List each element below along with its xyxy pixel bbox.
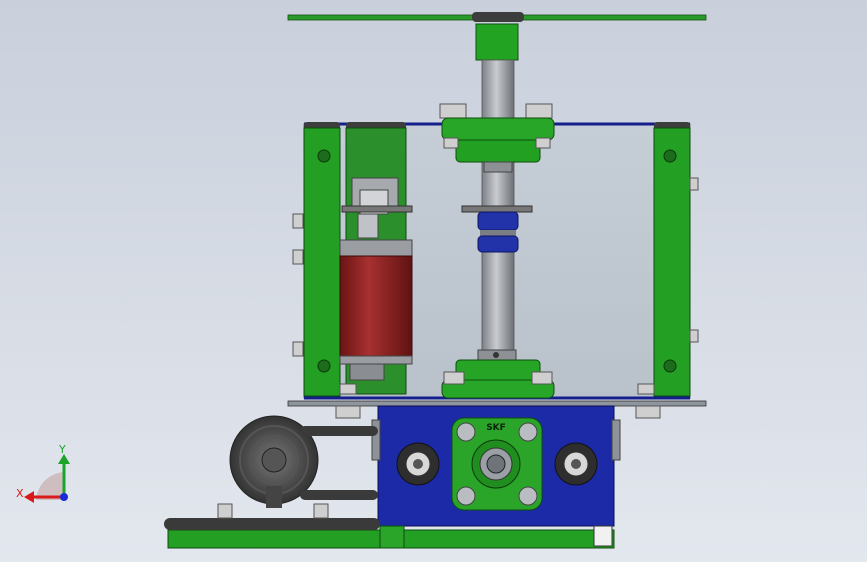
drive-motor[interactable] [339, 239, 413, 381]
bearing-brand-label: SKF [486, 423, 506, 433]
blue-coupling[interactable] [477, 211, 519, 253]
right-frame-column[interactable] [653, 122, 699, 397]
left-bevel-gear[interactable] [396, 442, 440, 486]
top-bar[interactable] [287, 12, 707, 61]
triad-y-label: Y [58, 443, 66, 456]
shaft-sprocket[interactable] [461, 205, 533, 213]
triad-z-axis [60, 493, 68, 501]
flange-bearing[interactable]: SKF [451, 417, 543, 511]
cad-viewport[interactable]: SKF Y X [0, 0, 867, 562]
triad-x-label: X [16, 487, 24, 500]
right-bevel-gear[interactable] [554, 442, 598, 486]
assembly-drawing[interactable]: SKF Y X [0, 0, 867, 562]
left-frame-column[interactable] [292, 122, 341, 397]
coordinate-triad-icon [24, 454, 70, 503]
